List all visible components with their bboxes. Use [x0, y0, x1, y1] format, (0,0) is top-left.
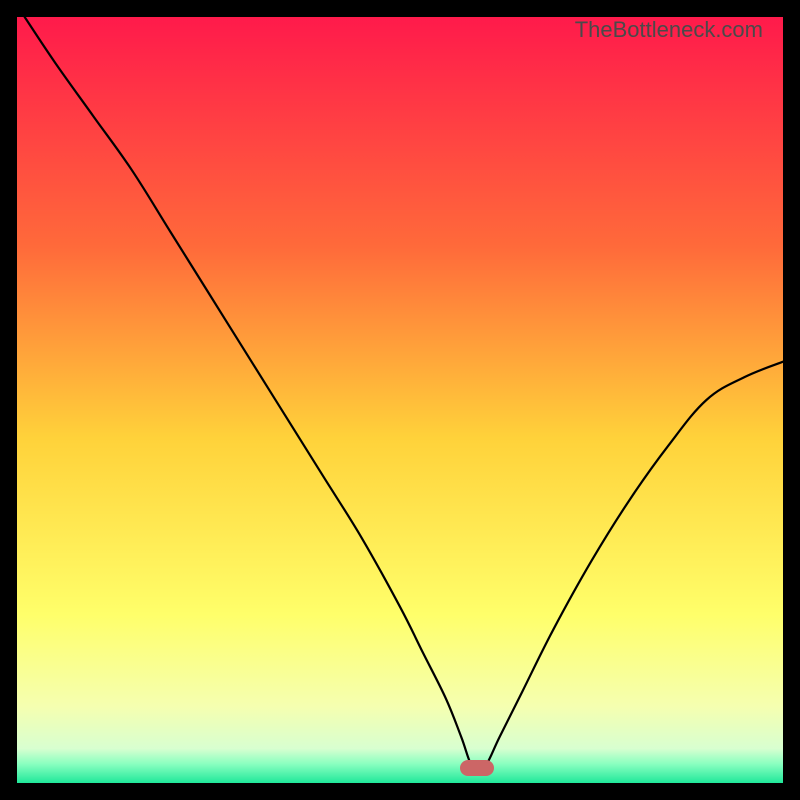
gradient-background: [17, 17, 783, 783]
plot-area: TheBottleneck.com: [17, 17, 783, 783]
chart-frame: TheBottleneck.com: [0, 0, 800, 800]
watermark-text: TheBottleneck.com: [575, 17, 763, 43]
plot-svg: [17, 17, 783, 783]
optimal-marker: [460, 760, 494, 776]
